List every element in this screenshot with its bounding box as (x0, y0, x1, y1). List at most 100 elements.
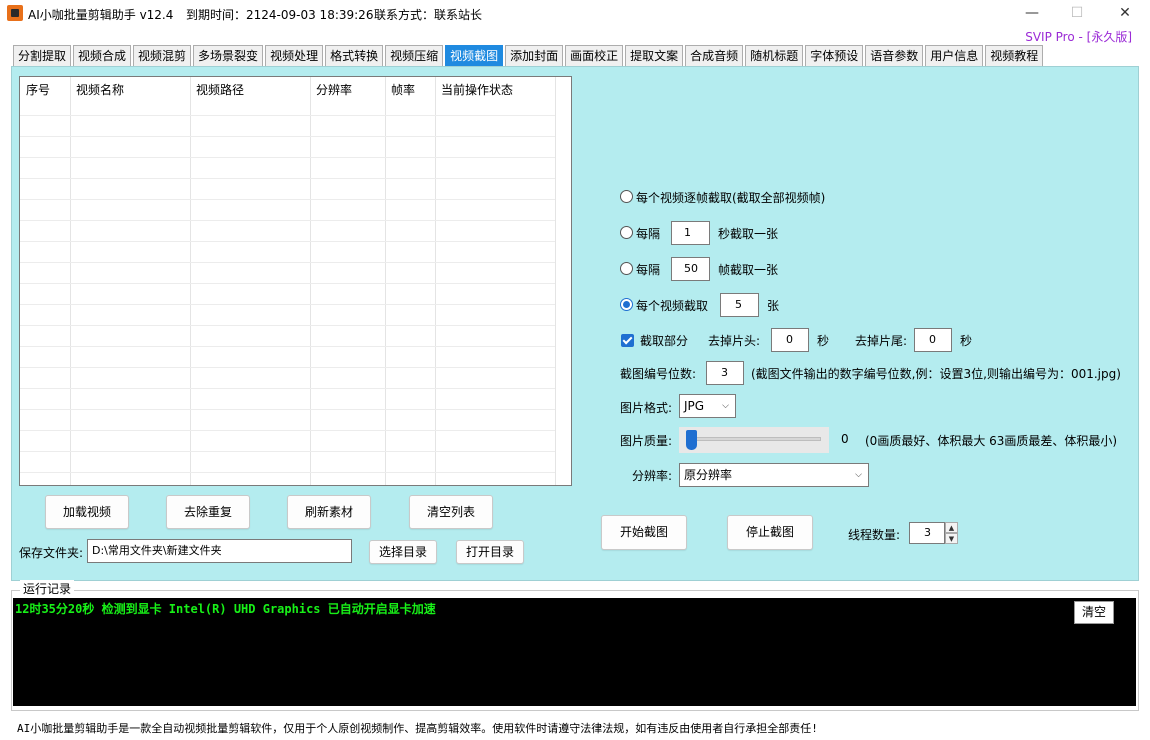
seconds-input[interactable]: 1 (671, 221, 710, 245)
stop-capture-button[interactable]: 停止截图 (727, 515, 813, 550)
grid-divider (190, 77, 191, 485)
grid-row-line (20, 283, 555, 284)
grid-row-line (20, 472, 555, 473)
grid-row-line (20, 115, 555, 116)
grid-row-line (20, 409, 555, 410)
tab-7[interactable]: 视频截图 (445, 45, 504, 66)
col-status: 当前操作状态 (441, 83, 514, 97)
close-button[interactable]: ✕ (1110, 3, 1140, 23)
chevron-down-icon: ⌵ (855, 470, 862, 480)
grid-divider (555, 77, 556, 485)
tab-2[interactable]: 视频混剪 (133, 45, 192, 66)
resolution-label: 分辨率: (632, 469, 673, 483)
tail-input[interactable]: 0 (914, 328, 952, 352)
tab-1[interactable]: 视频合成 (73, 45, 132, 66)
log-clear-button[interactable]: 清空 (1074, 601, 1114, 624)
save-folder-label: 保存文件夹: (19, 546, 84, 560)
tab-4[interactable]: 视频处理 (265, 45, 324, 66)
format-value: JPG (684, 399, 705, 413)
tail-unit: 秒 (960, 334, 973, 348)
tab-16[interactable]: 视频教程 (985, 45, 1044, 66)
grid-row-line (20, 430, 555, 431)
video-table[interactable]: 序号 视频名称 视频路径 分辨率 帧率 当前操作状态 (19, 76, 572, 486)
format-select[interactable]: JPG ⌵ (679, 394, 736, 418)
tab-5[interactable]: 格式转换 (325, 45, 384, 66)
mode-count-radio[interactable] (620, 298, 633, 311)
chevron-down-icon: ⌵ (722, 401, 729, 411)
mode-count-label: 每个视频截取 (636, 299, 709, 313)
head-label: 去掉片头: (708, 334, 761, 348)
load-video-button[interactable]: 加载视频 (45, 495, 129, 529)
maximize-button[interactable]: ☐ (1062, 3, 1092, 23)
table-header: 序号 视频名称 视频路径 分辨率 帧率 当前操作状态 (20, 77, 571, 99)
digits-hint: (截图文件输出的数字编号位数,例：设置3位,则输出编号为：001.jpg) (751, 367, 1121, 381)
col-index: 序号 (26, 83, 51, 97)
tab-14[interactable]: 语音参数 (865, 45, 924, 66)
tab-10[interactable]: 提取文案 (625, 45, 684, 66)
grid-row-line (20, 367, 555, 368)
title-bar: AI小咖批量剪辑助手 v12.4 到期时间：2124-09-03 18:39:2… (0, 0, 1150, 26)
grid-row-line (20, 178, 555, 179)
app-title: AI小咖批量剪辑助手 v12.4 (28, 8, 174, 22)
open-dir-button[interactable]: 打开目录 (456, 540, 524, 564)
tab-13[interactable]: 字体预设 (805, 45, 864, 66)
grid-divider (385, 77, 386, 485)
tab-12[interactable]: 随机标题 (745, 45, 804, 66)
grid-divider (310, 77, 311, 485)
log-console[interactable]: 12时35分20秒 检测到显卡 Intel(R) UHD Graphics 已自… (13, 598, 1136, 706)
threads-input[interactable]: 3 (909, 522, 945, 544)
mode-frames-radio[interactable] (620, 262, 633, 275)
tab-8[interactable]: 添加封面 (505, 45, 564, 66)
mode-seconds-radio[interactable] (620, 226, 633, 239)
head-input[interactable]: 0 (771, 328, 809, 352)
spin-down-icon[interactable]: ▼ (945, 533, 958, 544)
frames-input[interactable]: 50 (671, 257, 710, 281)
log-title: 运行记录 (20, 580, 75, 597)
save-folder-input[interactable]: D:\常用文件夹\新建文件夹 (87, 539, 352, 563)
partial-label: 截取部分 (640, 334, 689, 348)
frames-suffix: 帧截取一张 (718, 263, 779, 277)
mode-all-label: 每个视频逐帧截取(截取全部视频帧) (636, 191, 826, 205)
edition-badge: SVIP Pro - [永久版] (1025, 30, 1132, 44)
log-line: 12时35分20秒 检测到显卡 Intel(R) UHD Graphics 已自… (15, 602, 436, 616)
tab-3[interactable]: 多场景裂变 (193, 45, 264, 66)
mode-frames-label: 每隔 (636, 263, 661, 277)
clear-list-button[interactable]: 清空列表 (409, 495, 493, 529)
grid-row-line (20, 346, 555, 347)
spin-up-icon[interactable]: ▲ (945, 522, 958, 533)
dedupe-button[interactable]: 去除重复 (166, 495, 250, 529)
grid-divider (70, 77, 71, 485)
quality-slider-thumb[interactable] (686, 430, 697, 450)
grid-row-line (20, 157, 555, 158)
col-video-name: 视频名称 (76, 83, 125, 97)
partial-checkbox[interactable] (621, 334, 634, 347)
grid-row-line (20, 136, 555, 137)
format-label: 图片格式: (620, 401, 673, 415)
threads-spinner[interactable]: ▲ ▼ (945, 522, 958, 544)
mode-all-radio[interactable] (620, 190, 633, 203)
tab-11[interactable]: 合成音频 (685, 45, 744, 66)
tab-0[interactable]: 分割提取 (13, 45, 72, 66)
resolution-select[interactable]: 原分辨率 ⌵ (679, 463, 869, 487)
count-input[interactable]: 5 (720, 293, 759, 317)
quality-slider-track[interactable] (690, 437, 821, 441)
digits-input[interactable]: 3 (706, 361, 744, 385)
grid-row-line (20, 451, 555, 452)
tab-9[interactable]: 画面校正 (565, 45, 624, 66)
tab-6[interactable]: 视频压缩 (385, 45, 444, 66)
threads-label: 线程数量: (848, 528, 901, 542)
choose-dir-button[interactable]: 选择目录 (369, 540, 437, 564)
contact-info: 联系方式：联系站长 (374, 8, 483, 22)
grid-row-line (20, 220, 555, 221)
start-capture-button[interactable]: 开始截图 (601, 515, 687, 550)
grid-divider (435, 77, 436, 485)
minimize-button[interactable]: — (1017, 3, 1047, 23)
quality-value: 0 (841, 432, 849, 446)
grid-row-line (20, 388, 555, 389)
head-unit: 秒 (817, 334, 830, 348)
tab-15[interactable]: 用户信息 (925, 45, 984, 66)
resolution-value: 原分辨率 (684, 468, 733, 482)
app-logo-icon (7, 5, 23, 21)
refresh-material-button[interactable]: 刷新素材 (287, 495, 371, 529)
grid-row-line (20, 304, 555, 305)
